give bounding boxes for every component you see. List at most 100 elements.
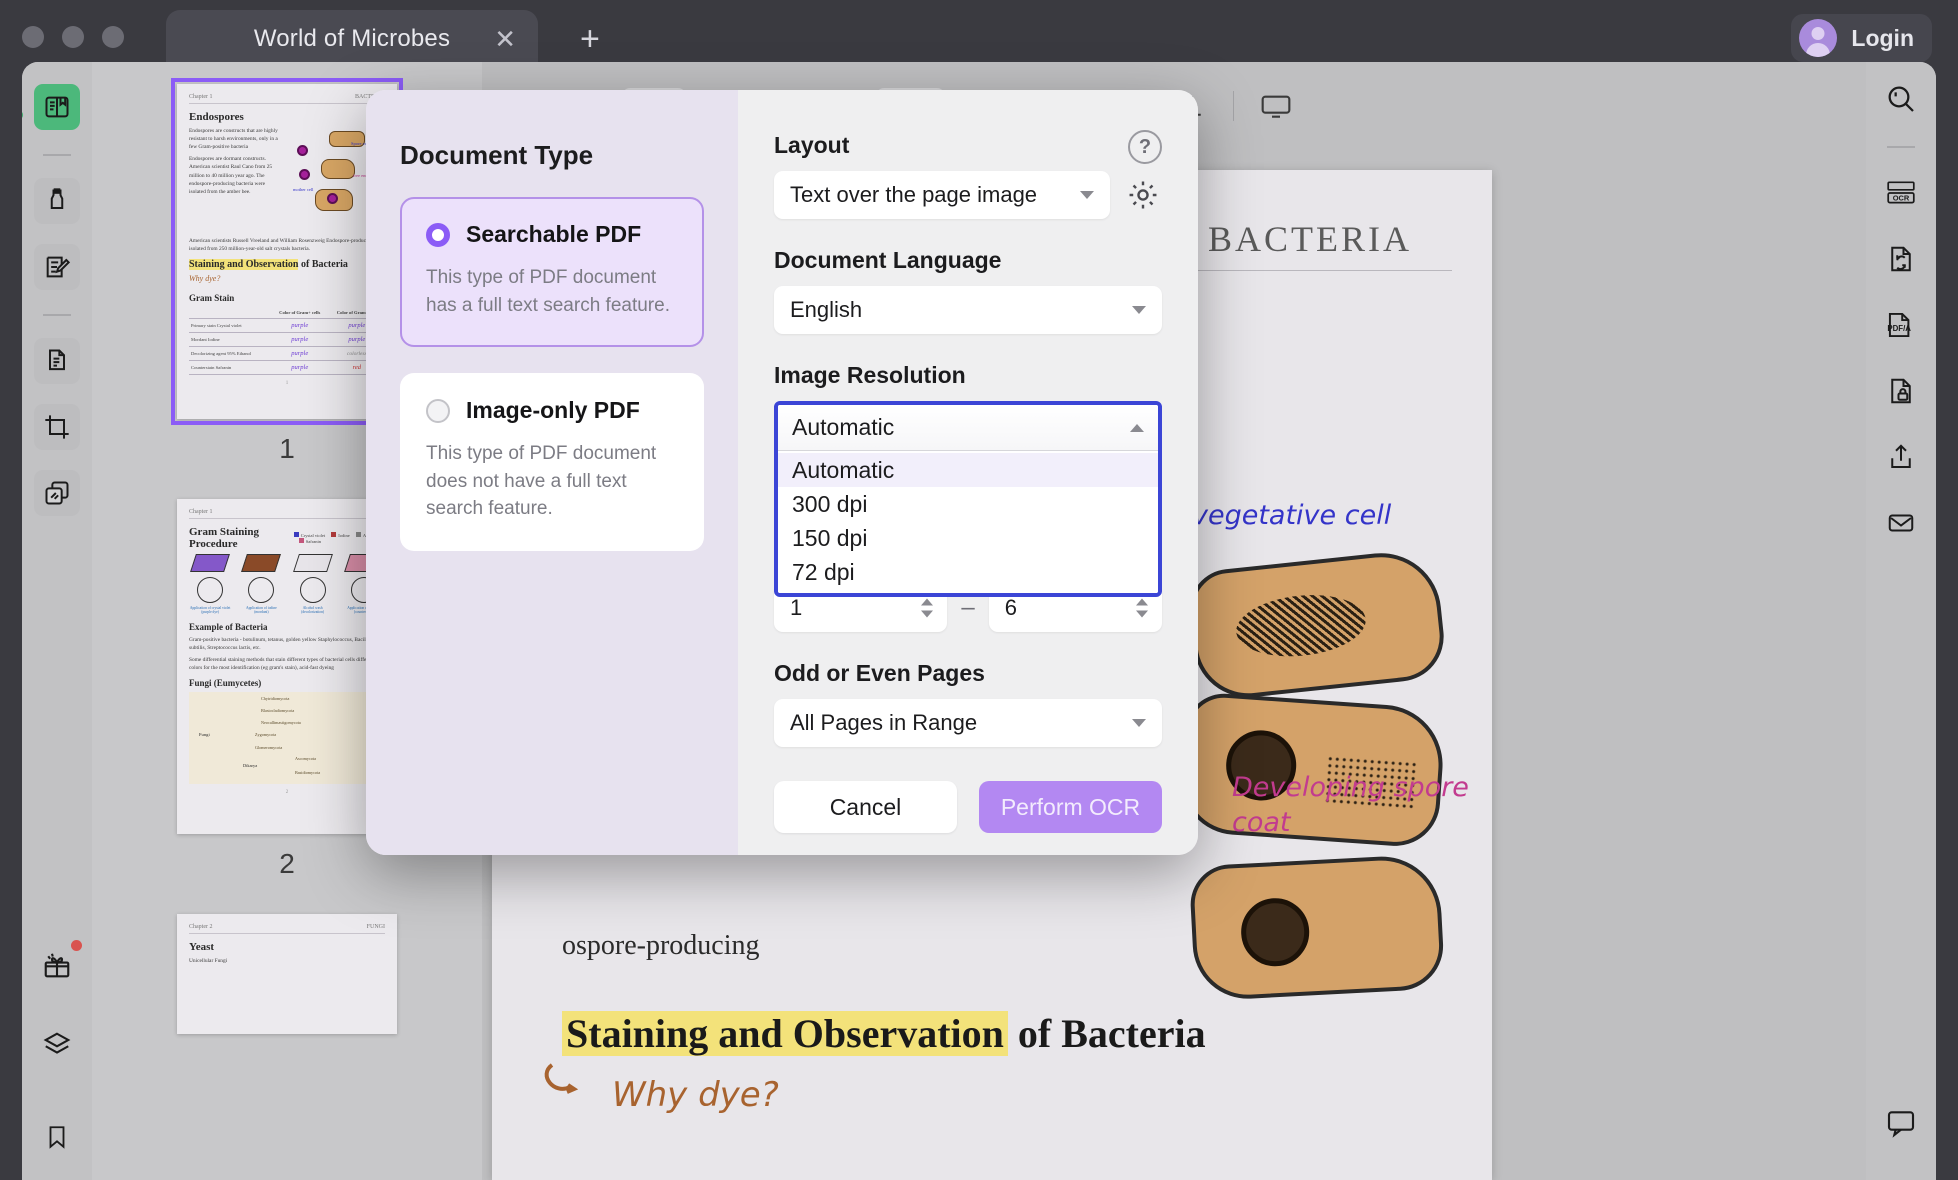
settings-gear-icon[interactable] [1124,176,1162,214]
crop-icon[interactable] [34,404,80,450]
odd-even-select[interactable]: All Pages in Range [774,699,1162,747]
stepper-down-icon[interactable] [921,610,934,618]
login-label: Login [1851,24,1914,51]
thumb-heading-text: Gram Staining Procedure [189,526,259,550]
thumb-footer: 2 [285,790,289,796]
page-heading-highlight: Staining and Observation [562,1011,1008,1056]
odd-even-label: Odd or Even Pages [774,660,985,686]
page-range-to-stepper[interactable] [1136,598,1149,618]
resolution-option-300dpi[interactable]: 300 dpi [778,487,1158,521]
pdfa-icon[interactable]: PDF/A [1878,302,1924,348]
resolution-select-wrap: Automatic Automatic 300 dpi 150 dpi 72 d… [774,401,1162,597]
tree-label: Dikarya [243,763,258,769]
option-image-only-pdf[interactable]: Image-only PDF This type of PDF document… [400,373,704,551]
mail-icon[interactable] [1878,500,1924,546]
thumb-paragraph: American scientists Russell Vreeland and… [189,238,385,253]
resolution-option-automatic[interactable]: Automatic [778,453,1158,487]
thumb-subheading-hl: Staining and Observation [189,259,299,271]
app-root: World of Microbes ✕ + Login Chapter 1 En… [0,0,1958,1180]
arrow-scribble-icon [544,1063,579,1094]
thumb-chapter: Chapter 1 [189,94,213,100]
step-caption: Alcohol wash (decolorization) [301,606,325,614]
maximize-window-button[interactable] [102,26,124,48]
minimize-window-button[interactable] [62,26,84,48]
thumb-chapter: Chapter 1 [189,509,213,515]
thumb-note: Why dye? [189,274,221,284]
language-label: Document Language [774,247,1002,273]
cancel-button[interactable]: Cancel [774,781,957,833]
resolution-select-value: Automatic [792,414,895,440]
stepper-up-icon[interactable] [921,598,934,606]
ocr-settings-dialog: Document Type Searchable PDF This type o… [366,90,1198,855]
layout-select[interactable]: Text over the page image [774,171,1110,219]
thumb-table: Color of Gram+ cells Color of Gram- cell… [189,307,385,376]
resolution-dropdown-open[interactable]: Automatic Automatic 300 dpi 150 dpi 72 d… [774,401,1162,597]
page-range-from-stepper[interactable] [921,598,934,618]
new-tab-icon[interactable]: + [580,22,600,56]
resolution-option-72dpi[interactable]: 72 dpi [778,555,1158,589]
thumb-header: Chapter 2 FUNGI [189,924,385,934]
page-heading: Staining and Observation of Bacteria [562,1010,1206,1057]
highlighter-icon[interactable] [34,178,80,224]
option-head: Image-only PDF [426,397,678,424]
notification-badge [71,940,82,951]
radio-image-only-pdf[interactable] [426,398,450,423]
organize-pages-icon[interactable] [34,338,80,384]
stepper-up-icon[interactable] [1136,598,1149,606]
thumbnail-page-1[interactable]: Chapter 1 BACTERIA Endospores Endospores… [171,78,403,425]
protect-icon[interactable] [1878,368,1924,414]
avatar [1799,19,1838,57]
present-icon[interactable] [1260,90,1292,122]
reader-mode-icon[interactable] [34,84,80,130]
layers-icon[interactable] [34,1022,80,1068]
step-caption: Application of crystal violet (purple dy… [189,606,231,614]
tree-label: Ascomycota [295,756,316,762]
window-controls[interactable] [22,26,124,48]
search-icon[interactable] [1878,76,1924,122]
option-searchable-pdf[interactable]: Searchable PDF This type of PDF document… [400,197,704,348]
close-icon[interactable]: ✕ [494,26,516,52]
table-cell: Decolorizing agent 95% Ethanol [189,346,271,362]
share-icon[interactable] [1878,434,1924,480]
layout-row: Text over the page image [774,171,1162,219]
tree-label: Zygomycota [255,732,277,738]
annotate-icon[interactable] [34,244,80,290]
bookmark-icon[interactable] [34,1114,80,1160]
comment-icon[interactable] [1878,1100,1924,1146]
toolbar-divider [1232,91,1234,121]
document-type-title: Document Type [400,140,594,170]
table-row: Decolorizing agent 95% Ethanol purple co… [189,346,385,362]
page-range-from-value: 1 [790,595,803,620]
page-hand-note: Why dye? [612,1075,779,1115]
tab-title: World of Microbes [253,25,451,52]
resolution-select[interactable]: Automatic [778,405,1158,451]
resolution-label: Image Resolution [774,362,966,388]
thumbnail-page-3[interactable]: Chapter 2 FUNGI Yeast Unicellular Fungi [177,914,397,1034]
stepper-down-icon[interactable] [1136,610,1149,618]
convert-icon[interactable] [1878,236,1924,282]
compare-icon[interactable] [34,470,80,516]
language-select-value: English [790,297,863,322]
resolution-option-150dpi[interactable]: 150 dpi [778,521,1158,555]
perform-ocr-button[interactable]: Perform OCR [979,781,1162,833]
document-tab[interactable]: World of Microbes ✕ [166,10,538,68]
ocr-settings-panel: ? Layout Text over the page image Docume… [738,90,1198,855]
hand-label-vegetative-cell: vegetative cell [1192,500,1392,531]
login-button[interactable]: Login [1791,14,1932,62]
close-window-button[interactable] [22,26,44,48]
option-head: Searchable PDF [426,221,678,248]
resolution-option-list[interactable]: Automatic 300 dpi 150 dpi 72 dpi [778,451,1158,593]
chevron-up-icon [1130,423,1144,432]
thumb-bullet: Gram-positive bacteria - botulinum, teta… [189,637,373,652]
thumb-paragraph: Endospores are constructs that are highl… [189,128,278,151]
page-running-head: BACTERIA [1208,219,1412,259]
table-cell: Counterstain Safranin [189,360,271,376]
tree-label: Glomeromycota [255,745,283,751]
radio-searchable-pdf[interactable] [426,222,450,247]
legend-item: Safranin [305,539,321,544]
thumbnail-page-2[interactable]: Chapter 1 FUNGI Gram Staining Procedure … [177,499,397,834]
gift-icon[interactable] [34,940,82,988]
help-icon[interactable]: ? [1128,130,1162,164]
language-select[interactable]: English [774,286,1162,334]
ocr-icon[interactable]: OCR [1878,170,1924,216]
